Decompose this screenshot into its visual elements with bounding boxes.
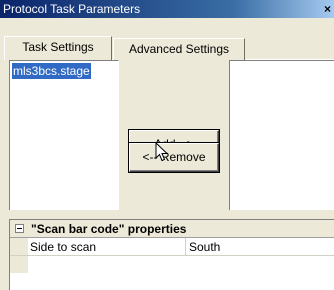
property-column-divider[interactable] [185, 238, 186, 256]
window-left-edge [0, 18, 3, 290]
available-tasks-list[interactable]: mls3bcs.stage [9, 60, 119, 210]
tab-advanced-settings[interactable]: Advanced Settings [113, 38, 245, 60]
property-value[interactable]: South [189, 239, 220, 255]
selected-tasks-list[interactable] [229, 60, 334, 210]
property-name: Side to scan [30, 240, 97, 254]
property-category-header[interactable]: "Scan bar code" properties [10, 220, 334, 238]
mouse-pointer-icon [155, 142, 169, 162]
minus-box-icon[interactable] [15, 224, 24, 233]
title-bar[interactable]: Protocol Task Parameters × [0, 0, 334, 18]
protocol-task-parameters-window: Protocol Task Parameters × Task Settings… [0, 0, 334, 290]
property-grid: "Scan bar code" properties Side to scan … [9, 219, 334, 290]
list-item[interactable]: mls3bcs.stage [12, 63, 91, 79]
window-title: Protocol Task Parameters [3, 2, 141, 16]
tab-advanced-settings-label: Advanced Settings [128, 42, 230, 56]
property-category-title: "Scan bar code" properties [31, 222, 187, 236]
remove-button[interactable]: <-- Remove [128, 142, 220, 173]
tab-task-settings[interactable]: Task Settings [4, 36, 112, 60]
close-icon[interactable]: × [324, 0, 332, 18]
tab-task-settings-label: Task Settings [22, 40, 94, 54]
property-row-side-to-scan[interactable]: Side to scan South [10, 238, 334, 256]
